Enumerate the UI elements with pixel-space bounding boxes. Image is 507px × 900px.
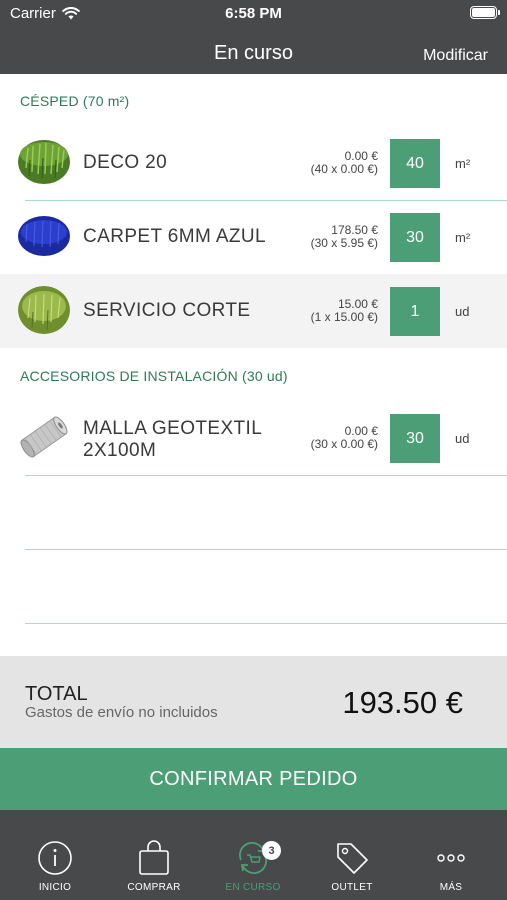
tab-label: INICIO xyxy=(38,882,72,893)
battery-icon xyxy=(470,6,500,19)
item-unit: m² xyxy=(455,230,471,245)
item-unit: ud xyxy=(455,431,470,446)
quantity-field[interactable]: 30 xyxy=(390,414,440,463)
tab-bar: INICIO COMPRAR 3 EN CURSO OUTLET MÁS xyxy=(0,810,507,900)
item-unit: m² xyxy=(455,156,471,171)
order-item[interactable]: SERVICIO CORTE 15.00 € (1 x 15.00 €) 1 u… xyxy=(0,274,507,348)
quantity-field[interactable]: 30 xyxy=(390,213,440,262)
item-name: CARPET 6MM AZUL xyxy=(83,226,267,247)
item-price-breakdown: (30 x 5.95 €) xyxy=(310,236,378,250)
geotextile-roll-thumb xyxy=(18,413,70,461)
order-item[interactable]: DECO 20 0.00 € (40 x 0.00 €) 40 m² xyxy=(0,126,507,200)
item-name-line1: MALLA GEOTEXTIL xyxy=(83,418,263,439)
app: Carrier 6:58 PM En curso Modificar CÉSPE… xyxy=(0,0,507,900)
total-label: TOTAL xyxy=(25,683,88,705)
total-panel: TOTAL Gastos de envío no incluidos 193.5… xyxy=(0,656,507,748)
order-content: CÉSPED (70 m²) DECO 20 0.00 € (40 x 0.00… xyxy=(0,74,507,656)
order-item[interactable]: CARPET 6MM AZUL 178.50 € (30 x 5.95 €) 3… xyxy=(0,200,507,274)
more-icon xyxy=(437,854,465,862)
row-divider xyxy=(25,623,507,624)
item-price: 15.00 € (1 x 15.00 €) xyxy=(311,298,378,324)
tab-inicio[interactable]: INICIO xyxy=(5,810,105,900)
item-price: 0.00 € (30 x 0.00 €) xyxy=(311,425,378,451)
item-price: 178.50 € (30 x 5.95 €) xyxy=(311,224,378,250)
item-name: SERVICIO CORTE xyxy=(83,300,251,321)
grass-cut-thumb xyxy=(18,286,70,334)
tab-outlet[interactable]: OUTLET xyxy=(302,810,402,900)
top-bar: Carrier 6:58 PM En curso Modificar xyxy=(0,0,507,74)
nav-bar: En curso Modificar xyxy=(0,28,507,74)
item-price-breakdown: (1 x 15.00 €) xyxy=(310,310,378,324)
confirm-order-button[interactable]: CONFIRMAR PEDIDO xyxy=(0,748,507,810)
order-item[interactable]: MALLA GEOTEXTIL 2X100M 0.00 € (30 x 0.00… xyxy=(0,401,507,475)
info-icon xyxy=(38,841,72,875)
quantity-field[interactable]: 40 xyxy=(390,139,440,188)
section-title-accesorios: ACCESORIOS DE INSTALACIÓN (30 ud) xyxy=(20,368,288,384)
tag-icon xyxy=(337,843,368,874)
status-bar: Carrier 6:58 PM xyxy=(0,0,507,28)
row-divider xyxy=(25,475,507,476)
status-time: 6:58 PM xyxy=(225,5,282,22)
item-name: MALLA GEOTEXTIL 2X100M xyxy=(83,418,262,462)
tab-comprar[interactable]: COMPRAR xyxy=(104,810,204,900)
tab-label: COMPRAR xyxy=(127,882,181,893)
cart-badge: 3 xyxy=(262,841,281,860)
item-price-breakdown: (40 x 0.00 €) xyxy=(310,162,378,176)
shipping-note: Gastos de envío no incluidos xyxy=(25,704,218,721)
tab-label: OUTLET xyxy=(331,882,373,893)
item-name: DECO 20 xyxy=(83,152,168,173)
tab-mas[interactable]: MÁS xyxy=(401,810,501,900)
modify-button[interactable]: Modificar xyxy=(423,47,488,65)
shopping-bag-icon xyxy=(139,840,169,875)
tab-en-curso[interactable]: 3 EN CURSO xyxy=(203,810,303,900)
blue-carpet-thumb xyxy=(18,212,70,260)
row-divider xyxy=(25,549,507,550)
item-name-line2: 2X100M xyxy=(83,440,157,461)
section-title-cesped: CÉSPED (70 m²) xyxy=(20,93,130,109)
tab-label: EN CURSO xyxy=(225,882,281,893)
quantity-field[interactable]: 1 xyxy=(390,287,440,336)
item-price-breakdown: (30 x 0.00 €) xyxy=(310,437,378,451)
tab-label: MÁS xyxy=(439,882,463,893)
total-amount: 193.50 € xyxy=(342,685,463,720)
item-unit: ud xyxy=(455,304,470,319)
item-price: 0.00 € (40 x 0.00 €) xyxy=(311,150,378,176)
artificial-grass-thumb xyxy=(18,138,70,186)
